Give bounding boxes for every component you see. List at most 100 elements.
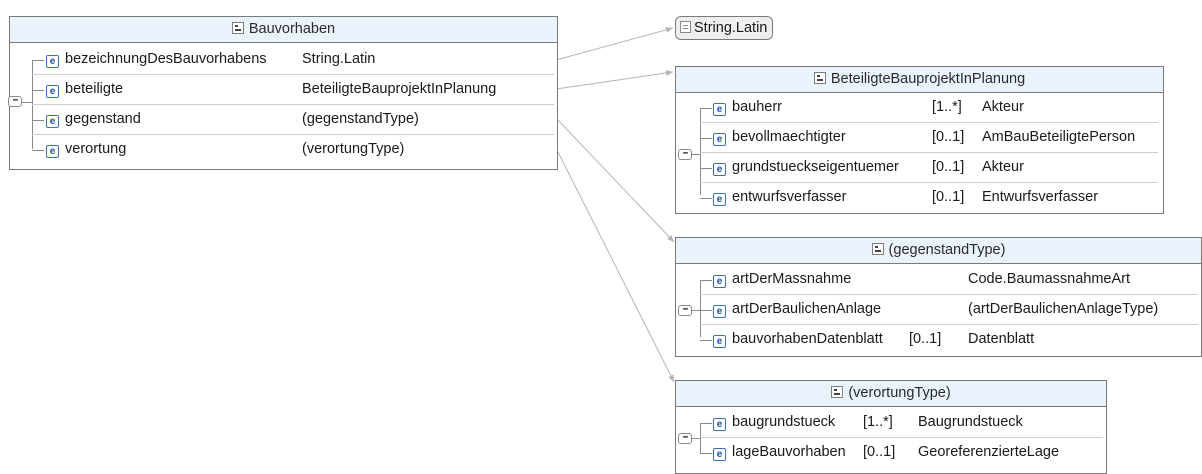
element-cardinality: [0..1] bbox=[932, 129, 965, 145]
verortung-header: (verortungType) bbox=[676, 381, 1106, 407]
element-name: bevollmaechtigter bbox=[732, 129, 846, 145]
element-icon: e bbox=[46, 85, 59, 98]
sequence-icon[interactable]: ▪▪▪ bbox=[678, 149, 692, 160]
complex-type-icon bbox=[871, 243, 884, 255]
link-gegenstand-to-gegenstand-box bbox=[555, 117, 675, 243]
simple-type-icon bbox=[680, 21, 691, 33]
link-bezeichnung-to-string-latin bbox=[555, 26, 674, 61]
string-latin-box[interactable]: String.Latin bbox=[675, 16, 774, 40]
tree-tick bbox=[700, 138, 712, 139]
element-icon: e bbox=[713, 133, 726, 146]
bauvorhaben-header: Bauvorhaben bbox=[10, 17, 557, 43]
tree-tick bbox=[700, 168, 712, 169]
sequence-icon[interactable]: ▪▪▪ bbox=[8, 96, 22, 107]
element-cardinality: [1..*] bbox=[932, 99, 962, 115]
element-row[interactable]: e verortung (verortungType) bbox=[32, 135, 554, 164]
sequence-icon[interactable]: ▪▪▪ bbox=[678, 433, 692, 444]
bauvorhaben-title: Bauvorhaben bbox=[248, 21, 336, 37]
element-type: Code.BaumassnahmeArt bbox=[968, 271, 1130, 287]
element-row[interactable]: e artDerMassnahme Code.BaumassnahmeArt bbox=[700, 265, 1198, 295]
element-name: gegenstand bbox=[65, 111, 141, 127]
verortung-box[interactable]: (verortungType) ▪▪▪ e baugrundstueck [1..… bbox=[675, 380, 1107, 474]
beteiligte-box[interactable]: BeteiligteBauprojektInPlanung ▪▪▪ e bauhe… bbox=[675, 66, 1164, 214]
tree-tick bbox=[32, 90, 44, 91]
element-row[interactable]: e beteiligte BeteiligteBauprojektInPlanun… bbox=[32, 75, 554, 105]
element-name: baugrundstueck bbox=[732, 414, 836, 430]
element-type: String.Latin bbox=[302, 51, 376, 67]
tree-tick bbox=[700, 310, 712, 311]
complex-type-icon bbox=[813, 72, 826, 84]
tree-tick bbox=[700, 108, 712, 109]
element-name: verortung bbox=[65, 141, 127, 157]
element-row[interactable]: e bauvorhabenDatenblatt [0..1] Datenblatt bbox=[700, 325, 1198, 354]
element-type: Baugrundstueck bbox=[918, 414, 1023, 430]
element-name: bauvorhabenDatenblatt bbox=[732, 331, 883, 347]
beteiligte-header: BeteiligteBauprojektInPlanung bbox=[676, 67, 1163, 93]
element-type: (gegenstandType) bbox=[302, 111, 419, 127]
element-row[interactable]: e bauherr [1..*] Akteur bbox=[700, 93, 1158, 123]
element-icon: e bbox=[713, 163, 726, 176]
element-cardinality: [0..1] bbox=[932, 159, 965, 175]
beteiligte-title: BeteiligteBauprojektInPlanung bbox=[830, 71, 1026, 87]
tree-tick bbox=[32, 150, 44, 151]
sequence-icon[interactable]: ▪▪▪ bbox=[678, 305, 692, 316]
element-cardinality: [1..*] bbox=[863, 414, 893, 430]
element-name: beteiligte bbox=[65, 81, 124, 97]
element-type: AmBauBeteiligtePerson bbox=[982, 129, 1136, 145]
element-type: GeoreferenzierteLage bbox=[918, 444, 1060, 460]
tree-tick bbox=[692, 154, 700, 155]
element-icon: e bbox=[46, 145, 59, 158]
element-icon: e bbox=[713, 448, 726, 461]
element-name: bezeichnungDesBauvorhabens bbox=[65, 51, 267, 67]
link-verortung-to-verortung-box bbox=[555, 147, 675, 383]
element-cardinality: [0..1] bbox=[909, 331, 942, 347]
bauvorhaben-box[interactable]: Bauvorhaben ▪▪▪ e bezeichnungDesBauvorhab… bbox=[8, 16, 558, 170]
element-icon: e bbox=[713, 305, 726, 318]
element-icon: e bbox=[713, 335, 726, 348]
tree-tick bbox=[22, 102, 32, 103]
element-cardinality: [0..1] bbox=[932, 189, 965, 205]
element-icon: e bbox=[713, 193, 726, 206]
complex-type-icon bbox=[231, 22, 244, 34]
element-row[interactable]: e bevollmaechtigter [0..1] AmBauBeteiligt… bbox=[700, 123, 1158, 153]
element-type: Akteur bbox=[982, 99, 1024, 115]
element-row[interactable]: e grundstueckseigentuemer [0..1] Akteur bbox=[700, 153, 1158, 183]
string-latin-title: String.Latin bbox=[694, 20, 768, 36]
tree-tick bbox=[692, 438, 700, 439]
element-name: lageBauvorhaben bbox=[732, 444, 846, 460]
tree-tick bbox=[700, 280, 712, 281]
gegenstand-title: (gegenstandType) bbox=[888, 242, 1006, 258]
tree-tick bbox=[692, 310, 700, 311]
verortung-title: (verortungType) bbox=[848, 385, 951, 401]
element-row[interactable]: e baugrundstueck [1..*] Baugrundstueck bbox=[700, 408, 1103, 438]
element-type: (verortungType) bbox=[302, 141, 405, 157]
tree-tick bbox=[700, 198, 712, 199]
element-name: bauherr bbox=[732, 99, 782, 115]
element-type: Entwurfsverfasser bbox=[982, 189, 1099, 205]
element-type: Datenblatt bbox=[968, 331, 1035, 347]
tree-tick bbox=[32, 60, 44, 61]
element-row[interactable]: e bezeichnungDesBauvorhabens String.Latin bbox=[32, 45, 554, 75]
element-icon: e bbox=[713, 418, 726, 431]
element-row[interactable]: e lageBauvorhaben [0..1] Georeferenzierte… bbox=[700, 438, 1103, 467]
element-icon: e bbox=[46, 55, 59, 68]
element-name: artDerBaulichenAnlage bbox=[732, 301, 882, 317]
gegenstand-box[interactable]: (gegenstandType) ▪▪▪ e artDerMassnahme Co… bbox=[675, 237, 1202, 357]
element-name: artDerMassnahme bbox=[732, 271, 852, 287]
tree-tick bbox=[700, 453, 712, 454]
tree-tick bbox=[32, 120, 44, 121]
gegenstand-header: (gegenstandType) bbox=[676, 238, 1201, 264]
element-name: grundstueckseigentuemer bbox=[732, 159, 899, 175]
tree-tick bbox=[700, 340, 712, 341]
element-row[interactable]: e artDerBaulichenAnlage (artDerBaulichenA… bbox=[700, 295, 1198, 325]
element-icon: e bbox=[713, 275, 726, 288]
element-row[interactable]: e gegenstand (gegenstandType) bbox=[32, 105, 554, 135]
element-type: (artDerBaulichenAnlageType) bbox=[968, 301, 1159, 317]
complex-type-icon bbox=[831, 386, 844, 398]
element-icon: e bbox=[46, 115, 59, 128]
element-cardinality: [0..1] bbox=[863, 444, 896, 460]
element-type: BeteiligteBauprojektInPlanung bbox=[302, 81, 497, 97]
link-beteiligte-to-beteiligte-box bbox=[555, 70, 674, 90]
element-name: entwurfsverfasser bbox=[732, 189, 847, 205]
element-row[interactable]: e entwurfsverfasser [0..1] Entwurfsverfas… bbox=[700, 183, 1158, 212]
